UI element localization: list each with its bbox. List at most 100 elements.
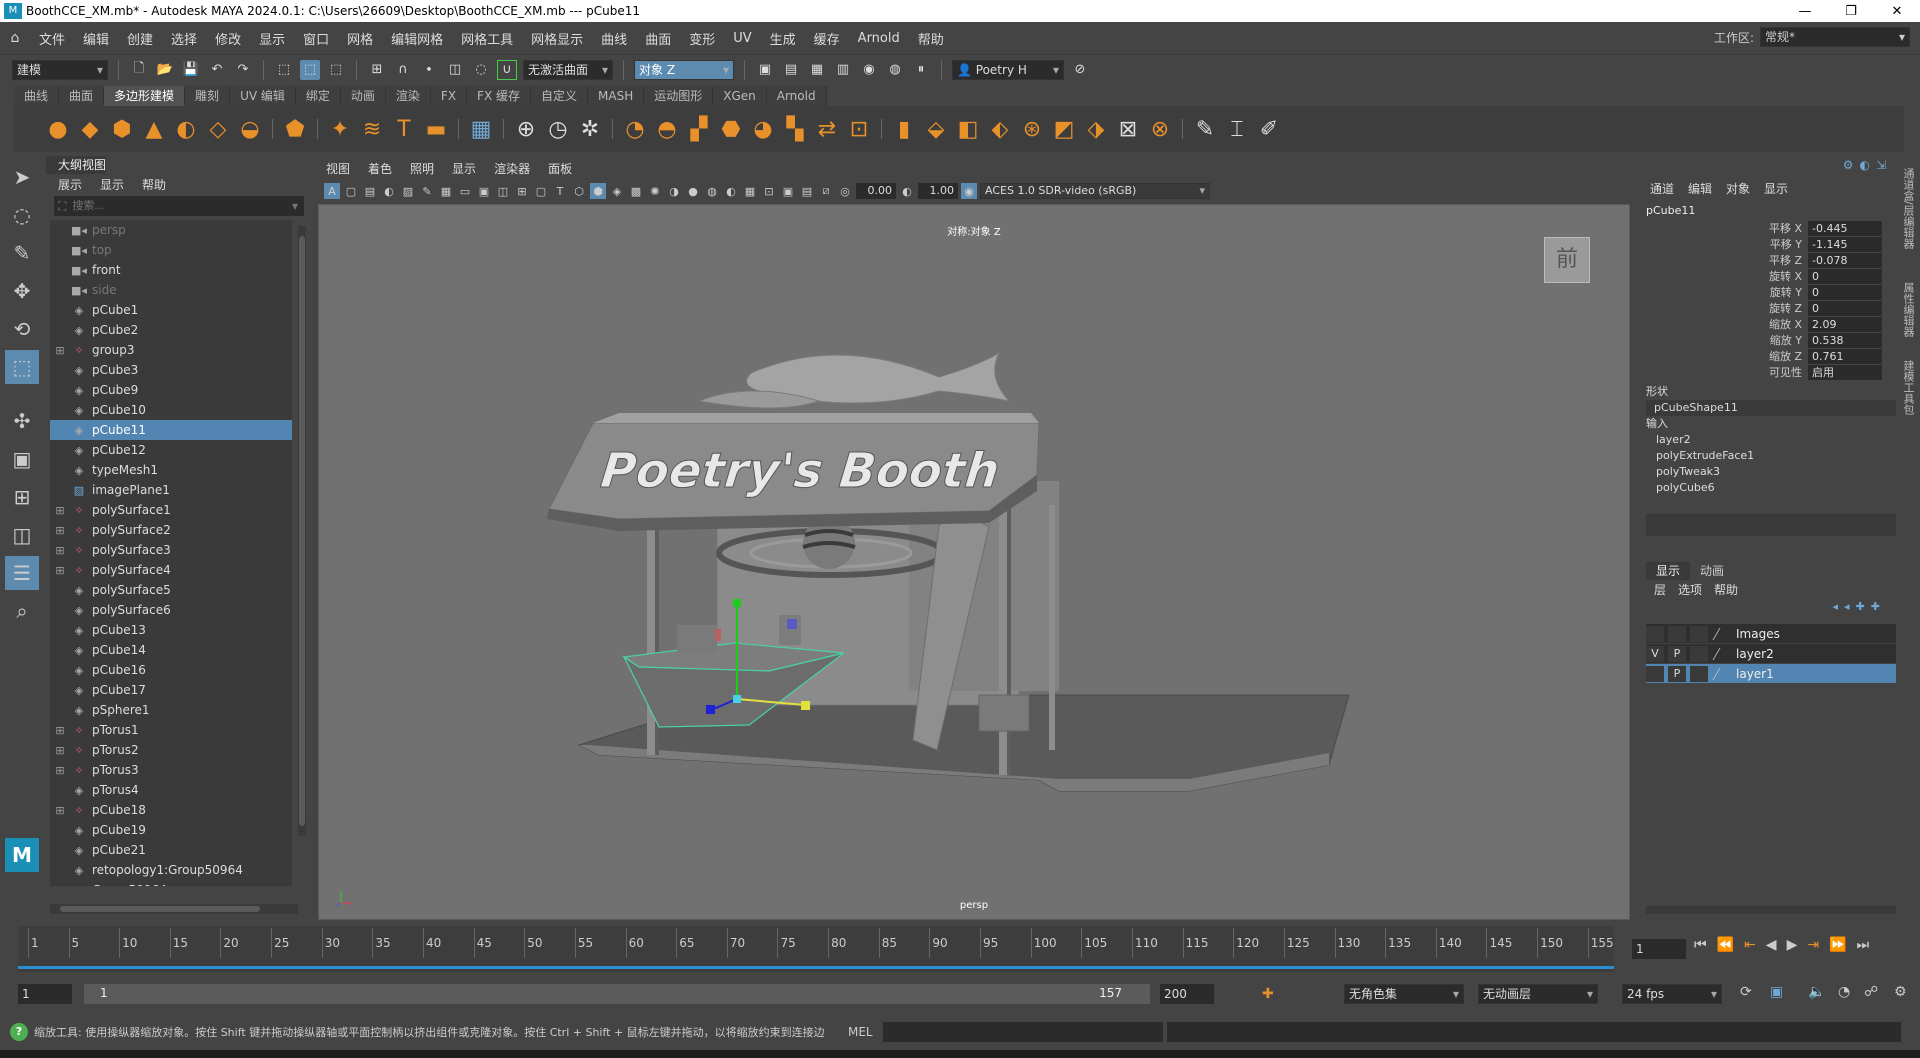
- outliner-menu-display[interactable]: 显示: [100, 174, 124, 196]
- expand-icon[interactable]: ⊞: [50, 524, 70, 537]
- outliner-item[interactable]: ⊞ ✧ polySurface1: [50, 500, 292, 520]
- channel-attribute-value[interactable]: -0.445: [1808, 220, 1882, 236]
- snap-view-icon[interactable]: ◫: [445, 60, 465, 80]
- extrude-icon[interactable]: ▮: [890, 115, 918, 143]
- channel-attribute-value[interactable]: 启用: [1808, 364, 1882, 380]
- target-weld-icon[interactable]: ⊛: [1018, 115, 1046, 143]
- shelf-tab-fx-caching[interactable]: FX 缓存: [467, 86, 531, 106]
- outliner-item[interactable]: ◈ pCube1: [50, 300, 292, 320]
- poly-disc-icon[interactable]: ◒: [236, 115, 264, 143]
- layer-visibility-toggle[interactable]: [1646, 665, 1664, 682]
- channel-attribute-label[interactable]: 平移 X: [1769, 220, 1802, 236]
- menu-select[interactable]: 选择: [162, 29, 206, 48]
- outliner-search[interactable]: ⛶ ▾: [54, 196, 304, 216]
- outliner-item[interactable]: ⊞ ✧ pCube18: [50, 800, 292, 820]
- layer-type-toggle[interactable]: [1690, 625, 1708, 642]
- outliner-item[interactable]: ⊞ ✧ pTorus2: [50, 740, 292, 760]
- go-to-end-icon[interactable]: ⏭: [1857, 937, 1870, 953]
- input-node[interactable]: polyCube6: [1642, 480, 1910, 496]
- move-tool-icon[interactable]: ✥: [5, 274, 39, 308]
- save-scene-icon[interactable]: 💾: [181, 60, 201, 80]
- render-view-icon[interactable]: ▣: [755, 60, 775, 80]
- outliner-item[interactable]: ◈ pCube2: [50, 320, 292, 340]
- playback-speed-icon[interactable]: ◔: [1838, 984, 1850, 1000]
- outliner-item[interactable]: ◈ pCube10: [50, 400, 292, 420]
- outliner-item[interactable]: ⊞ ✧ group3: [50, 340, 292, 360]
- menu-surfaces[interactable]: 曲面: [636, 29, 680, 48]
- mel-command-input[interactable]: [882, 1022, 1163, 1042]
- menu-create[interactable]: 创建: [118, 29, 162, 48]
- shelf-tab-uv-editing[interactable]: UV 编辑: [230, 86, 296, 106]
- bookmark-icon[interactable]: ▤: [362, 183, 378, 199]
- input-node[interactable]: polyExtrudeFace1: [1642, 448, 1910, 464]
- open-scene-icon[interactable]: 📂: [155, 60, 175, 80]
- shelf-tab-mash[interactable]: MASH: [588, 86, 645, 106]
- poly-cube-icon[interactable]: ◆: [76, 115, 104, 143]
- menu-deform[interactable]: 变形: [680, 29, 724, 48]
- channel-attribute-label[interactable]: 缩放 Z: [1769, 348, 1802, 364]
- channel-box-toggle-icon[interactable]: ⚙: [1843, 158, 1854, 172]
- connect-icon[interactable]: ◩: [1050, 115, 1078, 143]
- outliner-item[interactable]: ◈ pCube14: [50, 640, 292, 660]
- xray-joints-icon[interactable]: ▤: [799, 183, 815, 199]
- snap-point-icon[interactable]: ∙: [419, 60, 439, 80]
- shelf-tab-arnold[interactable]: Arnold: [766, 86, 827, 106]
- loop-icon[interactable]: ⟳: [1740, 984, 1752, 1000]
- anim-prefs-icon[interactable]: ▣: [1770, 984, 1783, 1000]
- menu-curves[interactable]: 曲线: [592, 29, 636, 48]
- outliner-item[interactable]: ◈ pCube21: [50, 840, 292, 860]
- two-d-pan-icon[interactable]: ▨: [400, 183, 416, 199]
- uv-editor-icon[interactable]: ▦: [467, 115, 495, 143]
- outliner-vertical-scrollbar[interactable]: [298, 226, 306, 836]
- layer-tab-animation[interactable]: 动画: [1690, 562, 1734, 580]
- layer-row[interactable]: V Player2: [1646, 644, 1896, 664]
- channel-attribute-label[interactable]: 旋转 Y: [1770, 284, 1802, 300]
- outliner-item[interactable]: ◈ pCube11: [50, 420, 292, 440]
- channel-menu-object[interactable]: 对象: [1726, 178, 1750, 200]
- undo-icon[interactable]: ↶: [207, 60, 227, 80]
- bridge-icon[interactable]: ⇄: [813, 115, 841, 143]
- xray-components-icon[interactable]: ⧄: [818, 183, 834, 199]
- shape-node[interactable]: pCubeShape11: [1646, 400, 1896, 416]
- attribute-editor-toggle-icon[interactable]: ◐: [1859, 158, 1869, 172]
- paint-select-icon[interactable]: ✎: [1191, 115, 1219, 143]
- menu-mesh[interactable]: 网格: [338, 29, 382, 48]
- shelf-tab-poly-modeling[interactable]: 多边形建模: [104, 86, 186, 106]
- poly-cylinder-icon[interactable]: ⬢: [108, 115, 136, 143]
- boolean-icon[interactable]: ◕: [749, 115, 777, 143]
- camera-attributes-icon[interactable]: ▢: [343, 183, 359, 199]
- layer-color-swatch[interactable]: [1712, 647, 1732, 660]
- textured-icon[interactable]: ▩: [628, 183, 644, 199]
- depth-of-field-icon[interactable]: ▦: [742, 183, 758, 199]
- play-backwards-icon[interactable]: ◀: [1766, 937, 1777, 953]
- menu-mesh-tools[interactable]: 网格工具: [452, 29, 522, 48]
- settings-icon[interactable]: ⚙: [1894, 984, 1907, 1000]
- channel-attribute-value[interactable]: 0: [1808, 268, 1882, 284]
- step-back-key-icon[interactable]: ⏪: [1717, 937, 1734, 953]
- expand-icon[interactable]: ⊞: [50, 344, 70, 357]
- layer-type-toggle[interactable]: [1690, 645, 1708, 662]
- shelf-tab-sculpting[interactable]: 雕刻: [185, 86, 231, 106]
- outliner-item[interactable]: ⊞ ✧ polySurface4: [50, 560, 292, 580]
- outliner-item[interactable]: ◈ Group50964: [50, 880, 292, 886]
- menu-mesh-display[interactable]: 网格显示: [522, 29, 592, 48]
- poly-cone-icon[interactable]: ▲: [140, 115, 168, 143]
- step-forward-frame-icon[interactable]: ⇥: [1807, 937, 1819, 953]
- wireframe-on-shaded-icon[interactable]: ◈: [609, 183, 625, 199]
- input-node[interactable]: layer2: [1642, 432, 1910, 448]
- viewport-menu-view[interactable]: 视图: [326, 158, 350, 180]
- arnold-ipr-icon[interactable]: ⏸: [911, 60, 931, 80]
- play-forwards-icon[interactable]: ▶: [1787, 937, 1798, 953]
- shelf-tab-curves[interactable]: 曲线: [14, 86, 60, 106]
- maximize-button[interactable]: ❐: [1828, 0, 1874, 22]
- viewport-menu-shading[interactable]: 着色: [368, 158, 392, 180]
- anti-aliasing-icon[interactable]: ◐: [723, 183, 739, 199]
- field-chart-icon[interactable]: ⊞: [514, 183, 530, 199]
- channel-menu-channels[interactable]: 通道: [1650, 178, 1674, 200]
- viewport-menu-panels[interactable]: 面板: [548, 158, 572, 180]
- auto-key-icon[interactable]: ✚: [1262, 986, 1274, 1002]
- animation-end-field[interactable]: 200: [1160, 984, 1214, 1004]
- channel-attribute-value[interactable]: 0: [1808, 284, 1882, 300]
- new-scene-icon[interactable]: 🗋: [129, 60, 149, 80]
- chevron-down-icon[interactable]: ▾: [292, 199, 298, 213]
